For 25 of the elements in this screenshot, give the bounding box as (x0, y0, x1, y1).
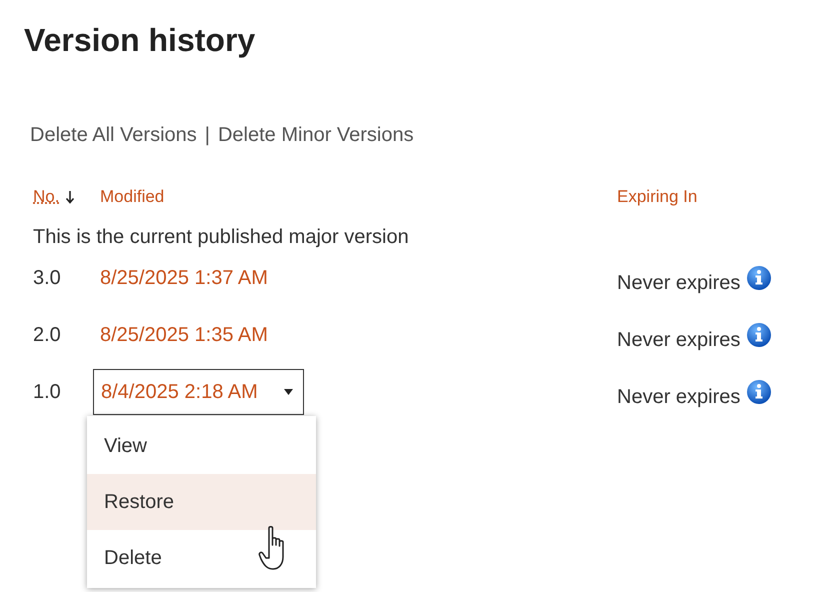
delete-link[interactable]: Delete All Versions (30, 121, 197, 149)
date-dropdown[interactable]: 8/4/2025 2:18 AM (93, 369, 304, 415)
column-header[interactable]: Expiring In (617, 185, 698, 209)
menu-item[interactable]: Delete (87, 530, 316, 586)
menu-item[interactable]: View (87, 418, 316, 474)
column-header[interactable]: Modified (100, 185, 164, 209)
version-number: 1.0 (33, 380, 61, 405)
separator: | (204, 123, 210, 148)
caret-icon[interactable] (284, 389, 293, 395)
version-note: This is the current published major version (33, 225, 410, 250)
expiry-text: Never expires (617, 328, 740, 353)
info-icon[interactable] (746, 379, 772, 405)
page-title: Version history (24, 21, 256, 60)
menu-item[interactable]: Restore (87, 474, 316, 530)
expiry-text: Never expires (617, 385, 740, 410)
sort-down-icon (65, 190, 76, 204)
info-icon[interactable] (746, 322, 772, 348)
expiry-text: Never expires (617, 271, 740, 296)
delete-link[interactable]: Delete Minor Versions (218, 121, 414, 149)
version-number: 2.0 (33, 323, 61, 348)
column-header[interactable]: No. (33, 185, 60, 209)
date-link[interactable]: 8/25/2025 1:35 AM (93, 322, 268, 348)
date-link[interactable]: 8/25/2025 1:37 AM (93, 265, 268, 291)
version-number: 3.0 (33, 266, 61, 291)
info-icon[interactable] (746, 265, 772, 291)
